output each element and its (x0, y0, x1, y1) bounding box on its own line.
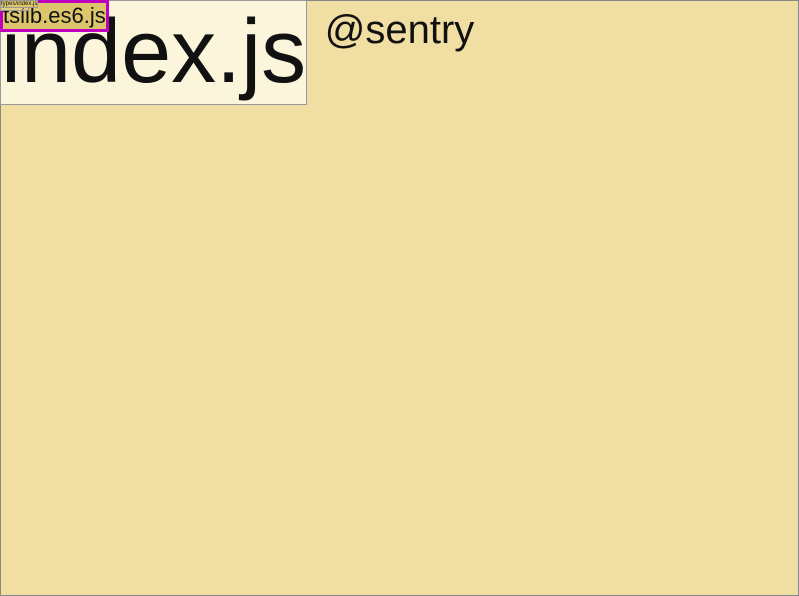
node-types-index[interactable]: types/index.js (0, 0, 38, 8)
